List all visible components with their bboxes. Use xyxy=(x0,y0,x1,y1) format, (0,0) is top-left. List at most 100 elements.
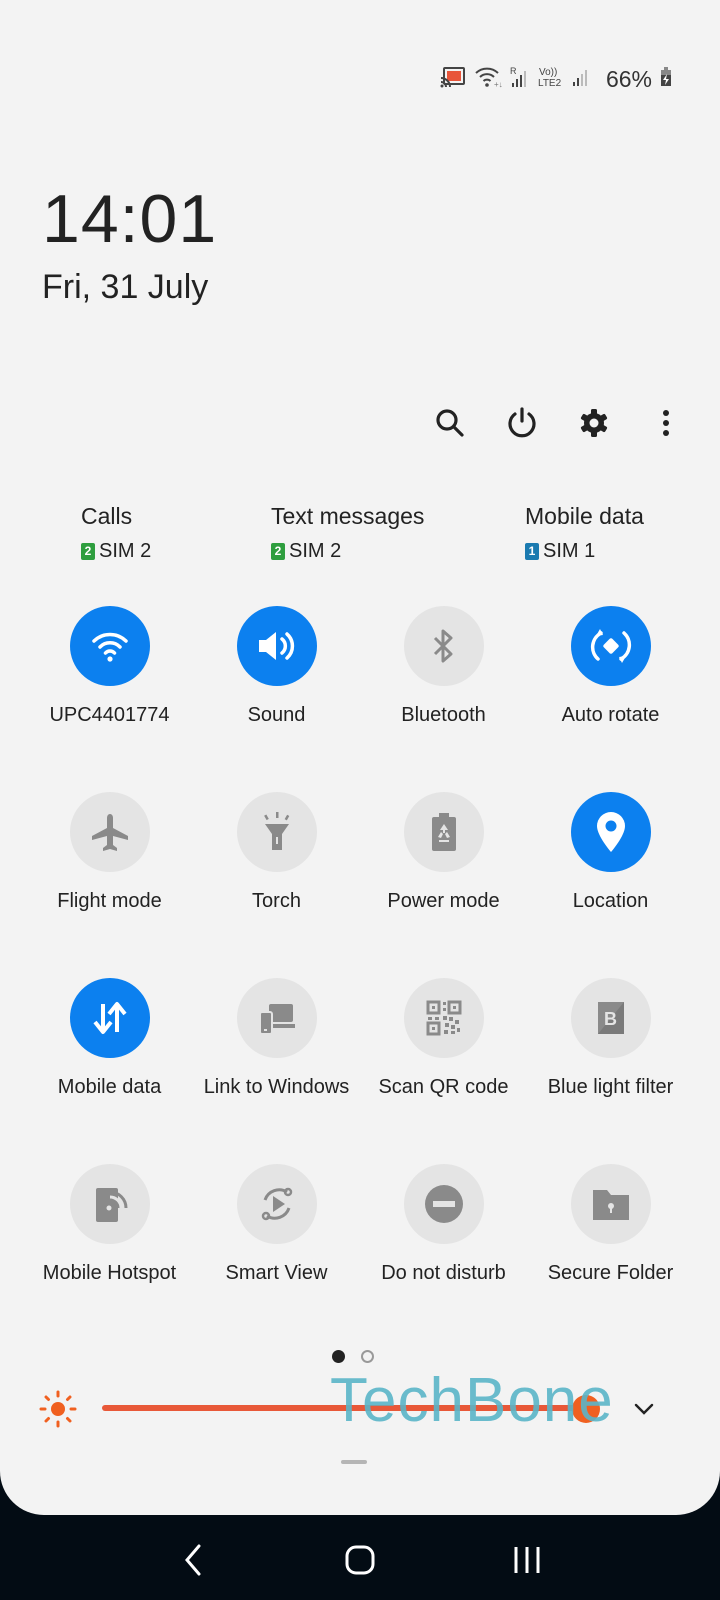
tile-toggle[interactable] xyxy=(403,606,484,686)
clock-date[interactable]: Fri, 31 July xyxy=(42,268,208,307)
secure-folder-icon xyxy=(592,1190,629,1220)
qr-code-icon xyxy=(426,1000,461,1036)
location-icon xyxy=(596,812,625,852)
brightness-slider-thumb[interactable] xyxy=(572,1395,600,1423)
sim-label: SIM 1 xyxy=(543,540,596,562)
tile-wifi[interactable]: UPC4401774 xyxy=(26,606,193,766)
svg-text:R: R xyxy=(510,66,517,76)
svg-text:LTE2: LTE2 xyxy=(538,78,562,89)
tile-toggle[interactable] xyxy=(236,792,317,872)
tile-label: Location xyxy=(572,890,649,912)
tile-toggle[interactable] xyxy=(403,792,484,872)
tile-toggle[interactable] xyxy=(69,792,150,872)
tile-auto-rotate[interactable]: Auto rotate xyxy=(527,606,694,766)
tile-toggle[interactable] xyxy=(69,1164,150,1244)
tile-bluetooth[interactable]: Bluetooth xyxy=(360,606,527,766)
tile-toggle[interactable] xyxy=(236,1164,317,1244)
expand-chevron-icon[interactable] xyxy=(632,1397,656,1421)
sim-pref-title: Mobile data xyxy=(525,503,644,529)
home-button[interactable] xyxy=(335,1535,385,1585)
tile-location[interactable]: Location xyxy=(527,792,694,952)
sim-preferences: Calls 2 SIM 2 Text messages 2 SIM 2 Mobile… xyxy=(0,503,720,573)
tile-torch[interactable]: Torch xyxy=(193,792,360,952)
tile-label: Bluetooth xyxy=(401,704,486,726)
tile-toggle[interactable] xyxy=(69,978,150,1058)
tile-label: Blue light filter xyxy=(547,1076,674,1098)
tile-label: Link to Windows xyxy=(203,1076,350,1098)
tile-toggle[interactable] xyxy=(403,1164,484,1244)
power-icon xyxy=(508,407,536,438)
sim-pref-mobile-data[interactable]: Mobile data 1 SIM 1 xyxy=(525,503,644,563)
sim-label: SIM 2 xyxy=(289,540,342,562)
do-not-disturb-icon xyxy=(424,1185,463,1223)
sim-pref-calls[interactable]: Calls 2 SIM 2 xyxy=(81,503,151,563)
back-button[interactable] xyxy=(168,1535,218,1585)
signal-roaming-icon: R xyxy=(510,65,530,94)
sim-badge: 2 xyxy=(271,543,285,560)
tile-secure-folder[interactable]: Secure Folder xyxy=(527,1164,694,1324)
page-dot-active[interactable] xyxy=(332,1350,345,1363)
search-button[interactable] xyxy=(432,405,468,441)
tile-link-to-windows[interactable]: Link to Windows xyxy=(193,978,360,1138)
tile-toggle[interactable] xyxy=(69,606,150,686)
tile-toggle[interactable] xyxy=(570,606,651,686)
power-button[interactable] xyxy=(504,405,540,441)
tile-scan-qr-code[interactable]: Scan QR code xyxy=(360,978,527,1138)
tile-label: Scan QR code xyxy=(378,1076,509,1098)
more-options-button[interactable] xyxy=(648,405,684,441)
tile-power-mode[interactable]: Power mode xyxy=(360,792,527,952)
tile-toggle[interactable]: B xyxy=(570,978,651,1058)
brightness-sun-icon xyxy=(39,1390,77,1428)
mobile-data-icon xyxy=(92,1002,127,1034)
brightness-slider-track[interactable] xyxy=(102,1405,592,1411)
quick-panel: +↓ R Vo)) LTE2 66% 14:01 Fri, 31 July Ca… xyxy=(0,0,720,1515)
volte-lte2-icon: Vo)) LTE2 xyxy=(538,65,564,94)
cast-icon xyxy=(440,66,466,93)
sim-badge: 1 xyxy=(525,543,539,560)
power-mode-icon xyxy=(431,813,456,851)
link-to-windows-icon xyxy=(258,1004,295,1035)
airplane-icon xyxy=(91,814,128,851)
svg-text:+↓: +↓ xyxy=(494,80,502,88)
tile-sound[interactable]: Sound xyxy=(193,606,360,766)
navigation-bar xyxy=(0,1520,720,1600)
flashlight-icon xyxy=(263,812,289,850)
settings-icon xyxy=(580,409,608,437)
blue-light-filter-icon: B xyxy=(597,1002,624,1034)
page-dot[interactable] xyxy=(361,1350,374,1363)
back-icon xyxy=(185,1544,201,1576)
page-indicator xyxy=(332,1350,374,1363)
tile-do-not-disturb[interactable]: Do not disturb xyxy=(360,1164,527,1324)
tile-label: Mobile data xyxy=(57,1076,162,1098)
sim-badge: 2 xyxy=(81,543,95,560)
tile-mobile-hotspot[interactable]: Mobile Hotspot xyxy=(26,1164,193,1324)
tile-label: Flight mode xyxy=(57,890,162,912)
quick-panel-toolbar xyxy=(432,405,684,441)
auto-rotate-icon xyxy=(590,629,631,663)
tile-label: Sound xyxy=(247,704,306,726)
tile-label: Smart View xyxy=(225,1262,328,1284)
clock-time[interactable]: 14:01 xyxy=(42,180,217,258)
more-options-icon xyxy=(663,410,669,436)
svg-text:Vo)): Vo)) xyxy=(539,67,557,78)
tile-smart-view[interactable]: Smart View xyxy=(193,1164,360,1324)
recents-icon xyxy=(514,1547,540,1573)
panel-drag-handle[interactable] xyxy=(341,1460,367,1464)
recents-button[interactable] xyxy=(502,1535,552,1585)
tile-toggle[interactable] xyxy=(236,606,317,686)
tile-toggle[interactable] xyxy=(403,978,484,1058)
bluetooth-icon xyxy=(433,629,452,663)
tile-mobile-data[interactable]: Mobile data xyxy=(26,978,193,1138)
sim-pref-title: Text messages xyxy=(271,503,425,529)
tile-toggle[interactable] xyxy=(570,1164,651,1244)
settings-button[interactable] xyxy=(576,405,612,441)
tile-flight-mode[interactable]: Flight mode xyxy=(26,792,193,952)
tile-toggle[interactable] xyxy=(236,978,317,1058)
signal-icon xyxy=(572,66,590,93)
sim-pref-text-messages[interactable]: Text messages 2 SIM 2 xyxy=(271,503,424,563)
tile-toggle[interactable] xyxy=(570,792,651,872)
tile-blue-light-filter[interactable]: B Blue light filter xyxy=(527,978,694,1138)
brightness-control xyxy=(38,1385,678,1435)
hotspot-icon xyxy=(95,1188,127,1222)
sound-icon xyxy=(258,632,294,660)
